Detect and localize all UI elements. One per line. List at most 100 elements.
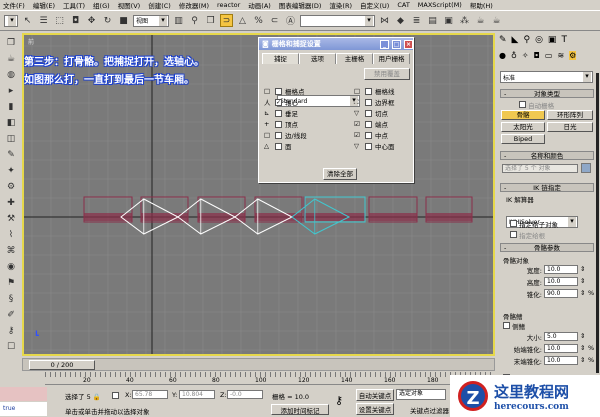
start_taper-spinner[interactable]: 10.0 — [544, 344, 578, 353]
box-icon[interactable]: ❐ — [5, 36, 18, 49]
rollout-name-color[interactable]: - 名称和颜色 — [500, 151, 594, 160]
named-selection-set[interactable] — [300, 14, 375, 27]
menu-item[interactable]: 帮助(H) — [470, 0, 493, 10]
menu-item[interactable]: 工具(T) — [63, 0, 85, 10]
snap-checkbox[interactable] — [275, 109, 282, 117]
close-button[interactable]: × — [404, 39, 413, 49]
menu-item[interactable]: 渲染(R) — [329, 0, 352, 10]
panel-scrollbar[interactable] — [596, 73, 599, 373]
gear-icon[interactable]: ⚙ — [5, 180, 18, 193]
name-field[interactable]: 选择了 5 个 对象 — [502, 164, 578, 173]
material-editor-icon[interactable]: ⁂ — [458, 14, 471, 27]
lights-icon[interactable]: ✧ — [522, 51, 529, 60]
rollout-bone-parameters[interactable]: - 骨骼参数 — [500, 243, 594, 252]
snap-checkbox[interactable]: ✓ — [275, 98, 282, 106]
select-icon[interactable]: ▸ — [5, 84, 18, 97]
x-coordinate[interactable]: 65.78 — [132, 390, 168, 399]
tool-icon[interactable]: ✎ — [5, 148, 18, 161]
menu-item[interactable]: 图表编辑器(D) — [279, 0, 322, 10]
snap-left-2[interactable]: ⊾ 垂足 — [264, 108, 298, 118]
snap-left-4[interactable]: □ 边/线段 — [264, 130, 307, 140]
daylight-button[interactable]: 日光 — [547, 122, 593, 132]
material-icon[interactable]: ◧ — [5, 116, 18, 129]
key-icon[interactable]: ⚷ — [5, 324, 18, 337]
snap-checkbox[interactable] — [365, 120, 372, 128]
snap-right-0[interactable]: □ 栅格线 — [354, 86, 395, 96]
render-setup-icon[interactable]: ☕ — [474, 14, 487, 27]
snap-checkbox[interactable] — [365, 87, 372, 95]
snap-checkbox[interactable] — [365, 109, 372, 117]
biped-button[interactable]: Biped — [501, 134, 545, 144]
key-filters-button[interactable]: 关键点过滤器 — [410, 405, 449, 415]
scale-icon[interactable]: ■ — [117, 14, 130, 27]
curve-editor-icon[interactable]: ▤ — [426, 14, 439, 27]
rollout-object-type[interactable]: - 对象类型 — [500, 89, 594, 98]
sunlight-button[interactable]: 太阳光 — [501, 122, 545, 132]
z-coordinate[interactable]: -0.0 — [227, 390, 263, 399]
cameras-icon[interactable]: ◘ — [534, 51, 540, 60]
rotate-icon[interactable]: ↻ — [101, 14, 114, 27]
snap-left-5[interactable]: △ 面 — [264, 141, 292, 151]
menu-item[interactable]: 动画(A) — [248, 0, 271, 10]
tab-user-grids[interactable]: 用户栅格 — [373, 53, 410, 64]
snap-right-5[interactable]: ▽ 中心面 — [354, 141, 395, 151]
add-time-tag[interactable]: 添加时间标记 — [271, 404, 329, 415]
create-tab-icon[interactable]: ✎ — [499, 35, 507, 45]
layers-icon[interactable]: ◫ — [5, 132, 18, 145]
snap-checkbox[interactable] — [275, 142, 282, 150]
spinner-arrows-icon[interactable]: ⇕ — [580, 289, 585, 297]
minimize-button[interactable]: _ — [380, 39, 389, 49]
teapot-icon[interactable]: ☕ — [5, 52, 18, 65]
assign-children-checkbox[interactable]: 指定给子对象 — [510, 219, 558, 229]
key-icon[interactable]: ⚷ — [335, 394, 343, 407]
cylinder-icon[interactable]: ▮ — [5, 100, 18, 113]
time-slider[interactable]: 0 / 200 — [29, 360, 95, 370]
snap-checkbox[interactable] — [365, 98, 372, 106]
helpers-icon[interactable]: ▭ — [545, 51, 553, 60]
snap-checkbox[interactable] — [365, 142, 372, 150]
snap-checkbox[interactable] — [275, 120, 282, 128]
maxscript-output[interactable]: true — [0, 402, 47, 416]
snap-right-1[interactable]: ⛶ 边界框 — [354, 97, 395, 108]
snap-left-0[interactable]: □ 栅格点 — [264, 86, 305, 96]
auto-grid-checkbox[interactable]: 自动栅格 — [519, 100, 554, 110]
quick-render-icon[interactable]: ☕ — [490, 14, 503, 27]
menu-item[interactable]: 视图(V) — [118, 0, 141, 10]
camera-icon[interactable]: ◉ — [5, 260, 18, 273]
menu-item[interactable]: 组(G) — [93, 0, 110, 10]
key-mode-dropdown[interactable]: 选定对象 — [396, 389, 446, 400]
absolute-mode-toggle[interactable] — [112, 392, 119, 399]
move-icon[interactable]: ✥ — [85, 14, 98, 27]
named-selection-icon[interactable]: Ⓐ — [284, 14, 297, 27]
snap-checkbox[interactable] — [275, 87, 282, 95]
align-icon[interactable]: ◆ — [394, 14, 407, 27]
spinner-arrows-icon[interactable]: ⇕ — [580, 277, 585, 285]
category-dropdown[interactable]: 标准 — [500, 71, 593, 83]
spinner-arrows-icon[interactable]: ⇕ — [580, 332, 585, 340]
color-swatch[interactable] — [581, 163, 591, 173]
size-spinner[interactable]: 5.0 — [544, 332, 578, 341]
dialog-titlebar[interactable]: ◙ 栅格和捕捉设置 _ □ × — [259, 38, 413, 50]
snap-left-3[interactable]: + 顶点 — [264, 119, 298, 129]
script-icon[interactable]: § — [5, 292, 18, 305]
select-icon[interactable]: ↖ — [21, 14, 34, 27]
dummy-icon[interactable]: ☐ — [5, 340, 18, 353]
menu-item[interactable]: 创建(C) — [148, 0, 171, 10]
sphere-icon[interactable]: ◍ — [5, 68, 18, 81]
maximize-button[interactable]: □ — [392, 39, 401, 49]
tab-snaps[interactable]: 捕捉 — [262, 53, 299, 64]
reference-coord-dropdown[interactable]: 视图 — [133, 14, 169, 27]
schematic-icon[interactable]: ▣ — [442, 14, 455, 27]
undo-dropdown[interactable] — [4, 14, 18, 27]
display-tab-icon[interactable]: ▣ — [548, 35, 557, 45]
auto-key-button[interactable]: 自动关键点 — [356, 389, 394, 401]
utility-icon[interactable]: ⚑ — [5, 276, 18, 289]
time-slider-track[interactable]: 0 / 200 — [22, 358, 495, 371]
spacewarps-icon[interactable]: ≋ — [557, 51, 564, 60]
helper-icon[interactable]: ✚ — [5, 196, 18, 209]
geometry-icon[interactable]: ● — [499, 51, 506, 60]
link-icon[interactable]: ⚲ — [188, 14, 201, 27]
modify-tab-icon[interactable]: ◣ — [512, 35, 519, 45]
spinner-snap-icon[interactable]: ⊂ — [268, 14, 281, 27]
menu-item[interactable]: 修改器(M) — [179, 0, 209, 10]
